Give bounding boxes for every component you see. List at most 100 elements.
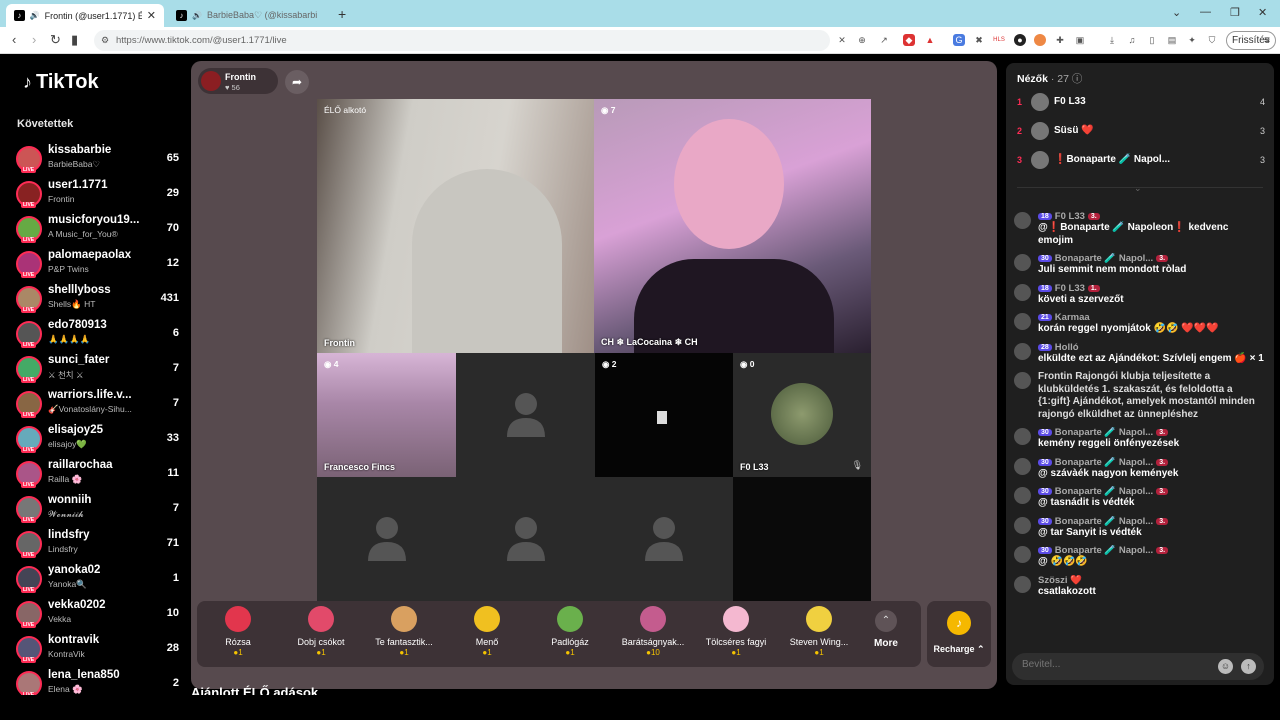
chat-username[interactable]: Szöszi ❤️	[1038, 575, 1082, 586]
update-button[interactable]: Frissítés ≡	[1226, 31, 1276, 50]
share-page-icon[interactable]: ↗	[878, 34, 890, 46]
chat-avatar[interactable]	[1014, 212, 1031, 229]
vpn-shield-icon[interactable]: ⛉	[1206, 34, 1218, 46]
bookmark-icon[interactable]: ▮	[71, 32, 78, 48]
chat-username[interactable]: Bonaparte 🧪 Napol...	[1055, 486, 1153, 497]
extension-x-icon[interactable]: ✖	[973, 34, 985, 46]
share-button[interactable]: ➦	[285, 70, 309, 94]
chat-avatar[interactable]	[1014, 342, 1031, 360]
host-avatar[interactable]	[201, 71, 221, 91]
guest-video-tile-3[interactable]: ◉ 2	[595, 353, 733, 477]
chat-avatar[interactable]	[1014, 372, 1031, 389]
chat-avatar[interactable]	[1014, 457, 1031, 475]
chat-message[interactable]: 18 F0 L33 3. @❗Bonaparte 🧪 Napoleon❗ kedven…	[1014, 211, 1266, 247]
info-icon[interactable]: ⓘ	[1072, 73, 1083, 85]
forward-icon[interactable]: ›	[32, 32, 36, 47]
chat-message[interactable]: 30 Bonaparte 🧪 Napol... 3. @ 🤣🤣🤣	[1014, 545, 1266, 569]
following-item[interactable]: LIVE user1.1771 Frontin 29	[16, 178, 186, 213]
following-item[interactable]: LIVE warriors.life.v... 🎸Vonatoslány-Sihu.…	[16, 388, 186, 423]
url-field[interactable]: ⚙ https://www.tiktok.com/@user1.1771/liv…	[94, 30, 830, 51]
chat-username[interactable]: Bonaparte 🧪 Napol...	[1055, 516, 1153, 527]
chat-input[interactable]	[1022, 659, 1212, 670]
puzzle-icon[interactable]: ✚	[1054, 34, 1066, 46]
wallet-icon[interactable]: ▤	[1166, 34, 1178, 46]
chat-username[interactable]: Bonaparte 🧪 Napol...	[1055, 253, 1153, 264]
following-item[interactable]: LIVE musicforyou19... A Music_for_You® 70	[16, 213, 186, 248]
screenshot-icon[interactable]: ▣	[1074, 34, 1086, 46]
hls-extension-icon[interactable]: HLS	[993, 34, 1005, 46]
translate-icon[interactable]: G	[953, 34, 965, 46]
back-icon[interactable]: ‹	[12, 32, 16, 47]
rewards-icon[interactable]: ▲	[924, 34, 936, 46]
empty-seat-tile[interactable]	[456, 477, 595, 601]
recharge-button[interactable]: ♪ Recharge ⌃	[927, 601, 991, 667]
send-icon[interactable]: ↑	[1241, 659, 1256, 674]
gift-item[interactable]: Barátságnyak... ●10	[612, 606, 694, 657]
chat-username[interactable]: Bonaparte 🧪 Napol...	[1055, 457, 1153, 468]
following-item[interactable]: LIVE elisajoy25 elisajoy💚 33	[16, 423, 186, 458]
chat-avatar[interactable]	[1014, 283, 1031, 301]
chat-username[interactable]: Holló	[1055, 342, 1079, 353]
following-item[interactable]: LIVE vekka0202 Vekka 10	[16, 598, 186, 633]
chat-message[interactable]: 30 Bonaparte 🧪 Napol... 3. @ tasnádit is vé…	[1014, 486, 1266, 510]
expand-chevron-icon[interactable]: ⌄	[1134, 183, 1142, 194]
following-item[interactable]: LIVE lindsfry Lindsfry 71	[16, 528, 186, 563]
host-video-tile[interactable]: ÉLŐ alkotó Frontin	[317, 99, 594, 353]
following-item[interactable]: LIVE kissabarbie BarbieBaba♡ 65	[16, 143, 186, 178]
chat-input-box[interactable]: ☺ ↑	[1012, 653, 1264, 680]
chat-message[interactable]: Frontin Rajongói klubja teljesítette a k…	[1014, 371, 1266, 421]
gift-item[interactable]: Padlógáz ●1	[529, 606, 611, 657]
ranking-row[interactable]: 1 F0 L33 4	[1017, 91, 1265, 115]
following-item[interactable]: LIVE shelllyboss Shells🔥 HT 431	[16, 283, 186, 318]
more-gifts-button[interactable]: ⌃ More	[861, 606, 911, 649]
empty-seat-tile[interactable]	[733, 477, 871, 601]
following-item[interactable]: LIVE edo780913 🙏🙏🙏🙏 6	[16, 318, 186, 353]
chat-message[interactable]: Szöszi ❤️ csatlakozott	[1014, 575, 1266, 599]
tab-close-icon[interactable]: ✕	[147, 9, 156, 22]
chat-avatar[interactable]	[1014, 428, 1031, 445]
chat-username[interactable]: Bonaparte 🧪 Napol...	[1055, 545, 1153, 556]
chat-avatar[interactable]	[1014, 487, 1031, 504]
guest-video-tile-1[interactable]: ◉ 7 CH ❄ LaCocaina ❄ CH	[594, 99, 871, 353]
new-tab-icon[interactable]: +	[338, 6, 346, 22]
empty-seat-tile[interactable]	[595, 477, 733, 601]
chat-message[interactable]: 28 Holló elküldte ezt az Ajándékot: Szívle…	[1014, 342, 1266, 366]
minimize-icon[interactable]: —	[1200, 6, 1211, 18]
emoji-icon[interactable]: ☺	[1218, 659, 1233, 674]
following-item[interactable]: LIVE yanoka02 Yanoka🔍 1	[16, 563, 186, 598]
chat-message[interactable]: 30 Bonaparte 🧪 Napol... 3. @ szávàék nagyon…	[1014, 457, 1266, 481]
download-icon[interactable]: ⤓	[1106, 34, 1118, 46]
browser-tab-active[interactable]: ♪ 🔊 Frontin (@user1.1771) ÉLŐ adás ✕	[6, 4, 164, 27]
brave-shield-icon[interactable]: ◆	[903, 34, 915, 46]
empty-seat-tile[interactable]	[317, 477, 456, 601]
chat-username[interactable]: Bonaparte 🧪 Napol...	[1055, 427, 1153, 438]
viewers-header[interactable]: Nézők · 27 ⓘ	[1017, 71, 1082, 86]
sidebar-toggle-icon[interactable]: ▯	[1146, 34, 1158, 46]
chat-username[interactable]: F0 L33	[1055, 283, 1085, 294]
gift-item[interactable]: Steven Wing... ●1	[778, 606, 860, 657]
host-info[interactable]: Frontin ♥ 56	[198, 68, 278, 94]
reload-icon[interactable]: ↻	[50, 32, 61, 48]
restore-icon[interactable]: ❐	[1230, 6, 1240, 19]
chat-avatar[interactable]	[1014, 575, 1031, 593]
window-close-icon[interactable]: ✕	[1258, 6, 1267, 19]
chat-avatar[interactable]	[1014, 313, 1031, 330]
following-item[interactable]: LIVE lena_lena850 Elena 🌸 2	[16, 668, 186, 695]
following-item[interactable]: LIVE palomaepaolax P&P Twins 12	[16, 248, 186, 283]
zoom-icon[interactable]: ⊕	[856, 34, 868, 46]
chat-avatar[interactable]	[1014, 546, 1031, 563]
chat-message[interactable]: 21 Karmaa korán reggel nyomjátok 🤣🤣 ❤️❤️❤️	[1014, 312, 1266, 336]
gift-item[interactable]: Dobj csókot ●1	[280, 606, 362, 657]
extension-color-icon[interactable]	[1034, 34, 1046, 46]
chat-avatar[interactable]	[1014, 254, 1031, 271]
chat-username[interactable]: F0 L33	[1055, 211, 1085, 222]
guest-video-tile-4[interactable]: ◉ 0 F0 L33 🎙	[733, 353, 871, 477]
following-item[interactable]: LIVE sunci_fater ⚔ 천치 ⚔ 7	[16, 353, 186, 388]
tiktok-logo[interactable]: ♪ TikTok	[23, 71, 99, 94]
gift-item[interactable]: Rózsa ●1	[197, 606, 279, 657]
chat-message[interactable]: 18 F0 L33 1. követi a szervezőt	[1014, 283, 1266, 307]
gift-item[interactable]: Menő ●1	[446, 606, 528, 657]
media-icon[interactable]: ✕	[836, 34, 848, 46]
chat-avatar[interactable]	[1014, 516, 1031, 534]
gift-item[interactable]: Te fantasztik... ●1	[363, 606, 445, 657]
